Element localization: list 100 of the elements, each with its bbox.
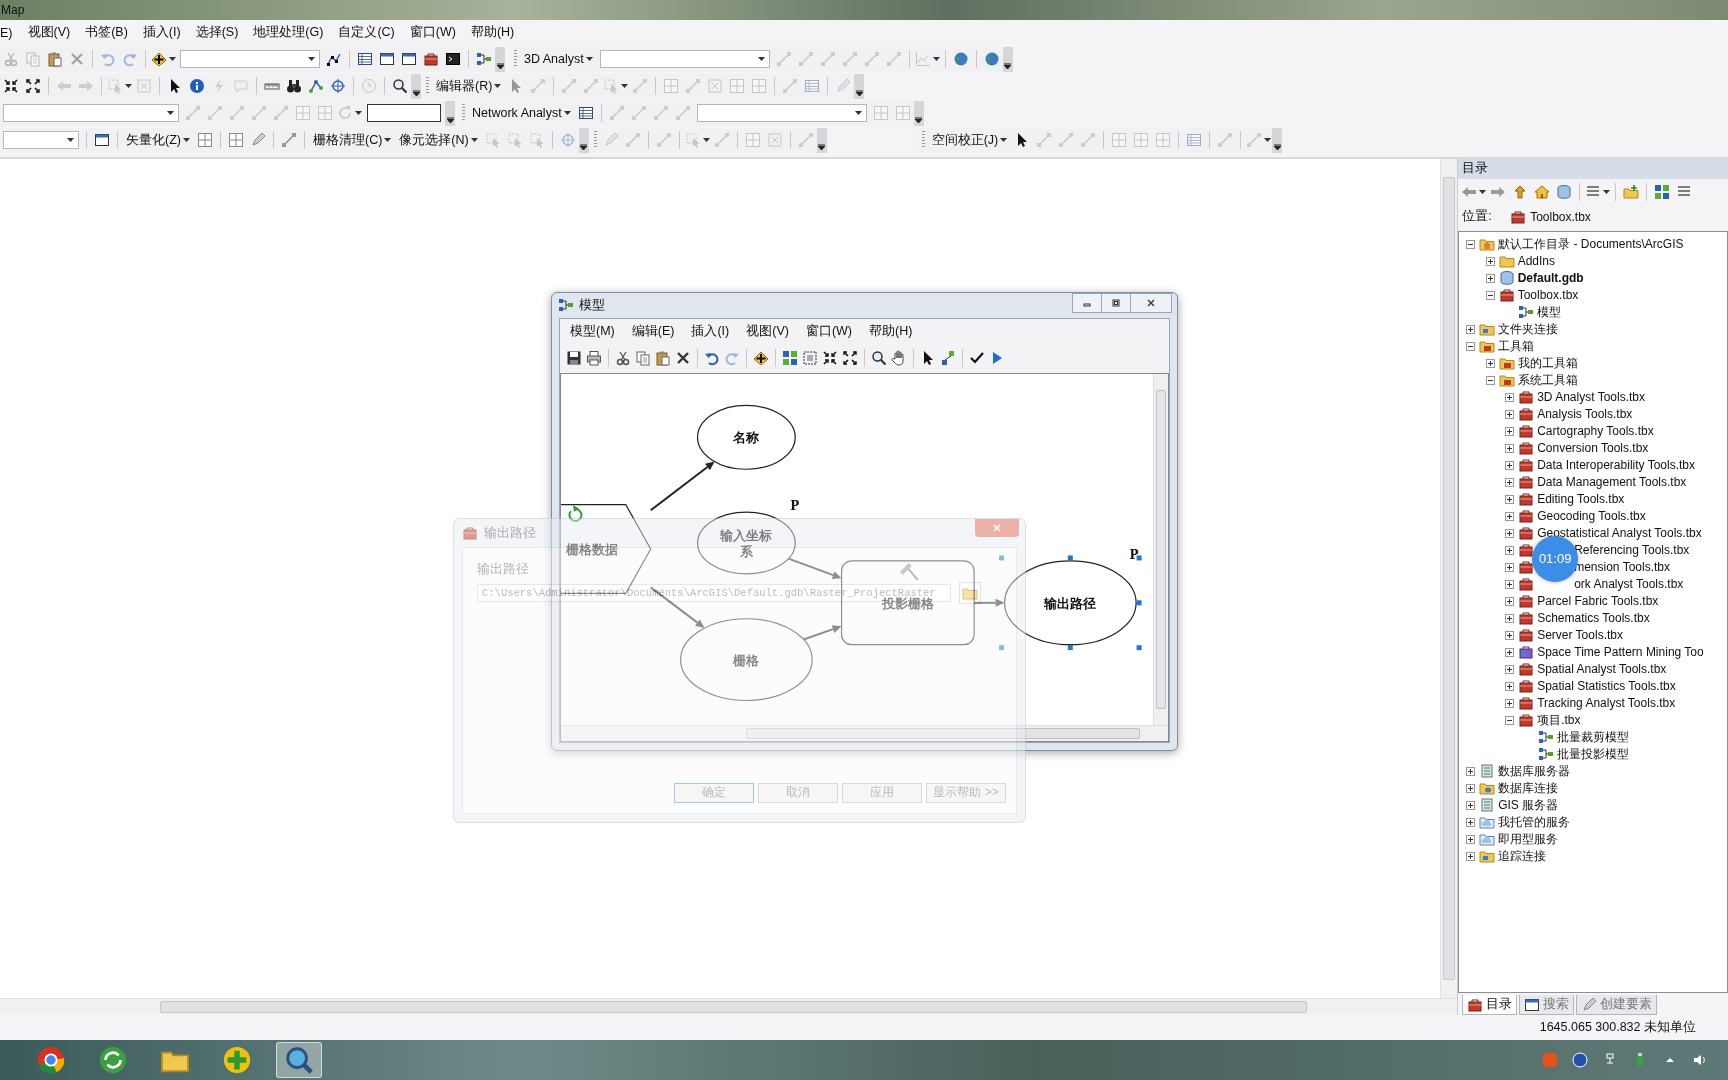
flowchart-icon[interactable] <box>476 51 492 68</box>
tree-item[interactable]: GIS 服务器 <box>1498 796 1559 814</box>
tree-item[interactable]: 我的工具箱 <box>1517 354 1578 372</box>
expand-toggle[interactable] <box>1466 800 1476 810</box>
caret-icon[interactable] <box>446 116 454 123</box>
tree-item[interactable]: Referencing Tools.tbx <box>1574 543 1690 558</box>
expand-toggle[interactable] <box>1466 766 1476 776</box>
menu-item[interactable]: 模型(M) <box>570 323 615 341</box>
caret-icon[interactable] <box>125 84 132 89</box>
tree-item[interactable]: Default.gdb <box>1517 271 1584 286</box>
database-icon[interactable] <box>1556 183 1573 200</box>
inward-arrows-icon[interactable] <box>3 78 19 95</box>
table-icon[interactable] <box>577 105 594 122</box>
expand-toggle[interactable] <box>1485 375 1495 385</box>
tree-item[interactable]: Spatial Analyst Tools.tbx <box>1537 662 1667 677</box>
print-icon[interactable] <box>586 349 602 366</box>
expand-toggle[interactable] <box>1505 545 1515 555</box>
caret-icon[interactable] <box>1000 138 1008 143</box>
caret-icon[interactable] <box>1603 189 1611 194</box>
variable-node[interactable] <box>696 511 796 575</box>
tree-item[interactable]: Conversion Tools.tbx <box>1537 441 1649 456</box>
menu-item[interactable]: 插入(I) <box>691 323 730 341</box>
globe-icon[interactable] <box>952 51 969 68</box>
expand-toggle[interactable] <box>1505 409 1515 419</box>
grid-icon[interactable] <box>196 132 213 149</box>
window-icon[interactable] <box>379 51 395 68</box>
restore-icon[interactable] <box>1111 297 1121 308</box>
caret-icon[interactable] <box>470 138 478 143</box>
inward-arrows-icon[interactable] <box>822 349 838 366</box>
route-icon[interactable] <box>308 78 324 95</box>
caret-icon[interactable] <box>580 143 588 150</box>
vertical-scrollbar[interactable] <box>1440 158 1458 999</box>
expand-toggle[interactable] <box>1505 647 1515 657</box>
copy-icon[interactable] <box>635 349 651 366</box>
location-field[interactable]: Toolbox.tbx <box>1530 209 1591 224</box>
expand-toggle[interactable] <box>1466 341 1476 351</box>
expand-toggle[interactable] <box>1505 494 1515 504</box>
crosshair-icon[interactable] <box>330 78 346 95</box>
caret-icon[interactable] <box>1273 143 1281 150</box>
tree-item[interactable]: 批量裁剪模型 <box>1556 728 1629 746</box>
menu-item[interactable]: 帮助(H) <box>869 323 913 341</box>
caret-icon[interactable] <box>585 57 593 62</box>
cut-icon[interactable] <box>615 349 631 366</box>
menu-item[interactable]: 视图(V) <box>746 323 789 341</box>
connect-icon[interactable] <box>940 349 956 366</box>
grid-icon[interactable] <box>227 132 244 149</box>
tree-item[interactable]: Space Time Pattern Mining Too <box>1537 645 1704 660</box>
toolbar-options-button[interactable] <box>578 127 589 153</box>
caret-icon[interactable] <box>915 116 923 123</box>
expand-toggle[interactable] <box>1505 443 1515 453</box>
toolbox-icon[interactable] <box>423 51 439 68</box>
outward-arrows-icon[interactable] <box>25 78 41 95</box>
menu-item[interactable]: 帮助(H) <box>470 24 515 42</box>
tree-item[interactable]: 批量投影模型 <box>1556 745 1629 763</box>
save-icon[interactable] <box>566 349 582 366</box>
toolbar-dropdown[interactable]: Network Analyst <box>472 106 562 121</box>
toolbar-dropdown[interactable]: 栅格清理(C) <box>312 131 383 149</box>
toolbar-options-button[interactable] <box>1002 46 1013 72</box>
expand-toggle[interactable] <box>1505 681 1515 691</box>
binoculars-icon[interactable] <box>286 78 302 95</box>
expand-toggle[interactable] <box>1505 630 1515 640</box>
expand-toggle[interactable] <box>1466 851 1476 861</box>
expand-toggle[interactable] <box>1505 562 1515 572</box>
caret-icon[interactable] <box>855 89 863 96</box>
expand-toggle[interactable] <box>1485 256 1495 266</box>
menu-item[interactable]: 自定义(C) <box>338 24 395 42</box>
magnifier-icon[interactable] <box>871 349 887 366</box>
minimize-button[interactable] <box>1072 292 1102 313</box>
tree-item[interactable]: Data Interoperability Tools.tbx <box>1537 458 1696 473</box>
tree-item[interactable]: 数据库服务器 <box>1498 762 1571 780</box>
delete-icon[interactable] <box>675 349 691 366</box>
tree-item[interactable]: AddIns <box>1517 254 1555 269</box>
menu-item[interactable]: 窗口(W) <box>409 24 456 42</box>
pencil-icon[interactable] <box>249 132 266 149</box>
horizontal-scrollbar[interactable] <box>561 724 1168 741</box>
expand-toggle[interactable] <box>1505 579 1515 589</box>
outward-arrows-icon[interactable] <box>842 349 858 366</box>
tiles-icon[interactable] <box>782 349 798 366</box>
tree-item[interactable]: 文件夹连接 <box>1498 320 1559 338</box>
toolbar-dropdown[interactable]: 编辑器(R) <box>436 77 493 95</box>
toolbar-options-button[interactable] <box>816 127 827 153</box>
expand-toggle[interactable] <box>1505 426 1515 436</box>
refresh-circle-icon[interactable] <box>98 1045 128 1075</box>
expand-toggle[interactable] <box>1466 324 1476 334</box>
expand-toggle[interactable] <box>1505 392 1515 402</box>
line-tool-icon[interactable] <box>280 132 297 149</box>
expand-toggle[interactable] <box>1505 460 1515 470</box>
expand-toggle[interactable] <box>1505 613 1515 623</box>
tree-item[interactable]: 项目.tbx <box>1537 711 1581 729</box>
vertical-scrollbar[interactable] <box>1153 373 1168 725</box>
maximize-button[interactable] <box>1101 292 1131 313</box>
toolbar-dropdown[interactable]: 像元选择(N) <box>399 131 469 149</box>
tree-item[interactable]: Schematics Tools.tbx <box>1537 611 1650 626</box>
tree-item[interactable]: 工具箱 <box>1498 337 1535 355</box>
tree-item[interactable]: Geostatistical Analyst Tools.tbx <box>1537 526 1702 541</box>
window-icon[interactable] <box>94 132 110 149</box>
window-icon[interactable] <box>401 51 417 68</box>
expand-toggle[interactable] <box>1485 358 1495 368</box>
plus-icon[interactable] <box>222 1045 252 1075</box>
caret-icon[interactable] <box>384 138 392 143</box>
